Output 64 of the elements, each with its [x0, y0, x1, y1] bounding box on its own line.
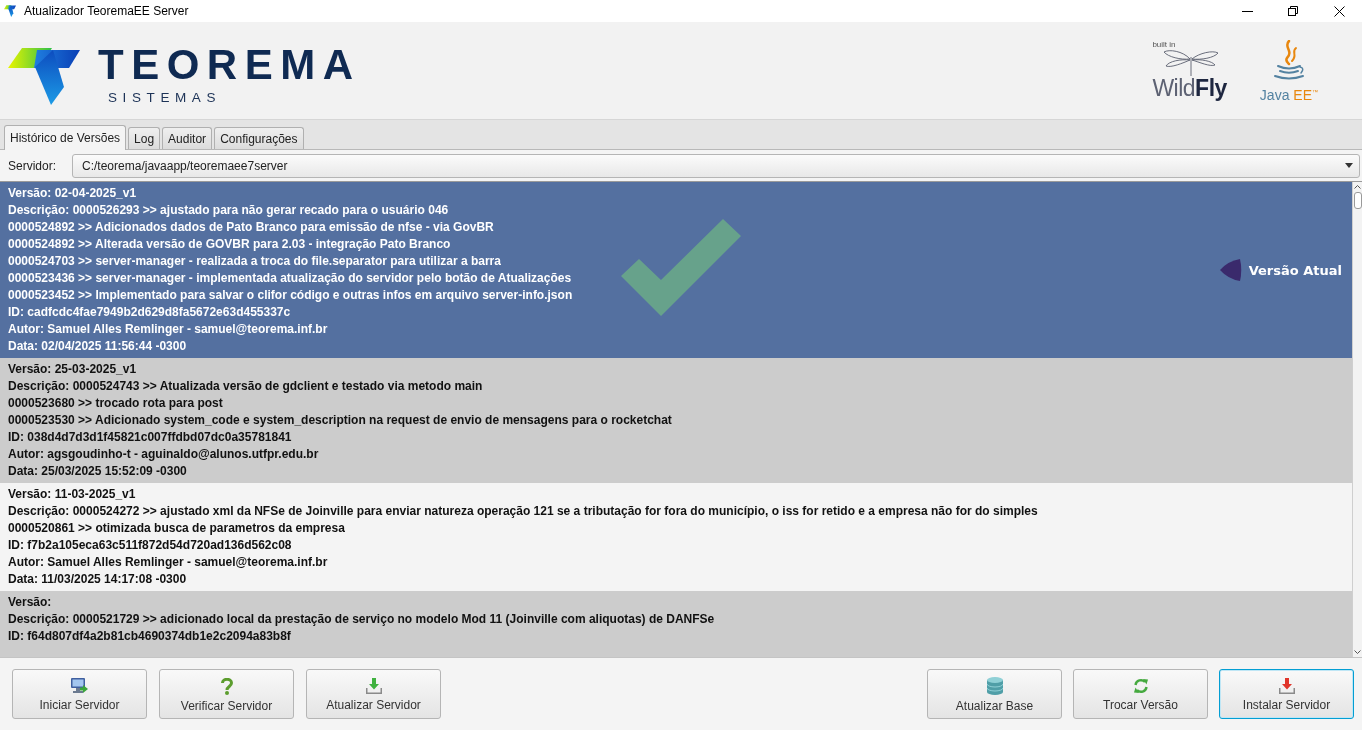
commit-id-text: ID: f7b2a105eca63c511f872d54d720ad136d562c08 [8, 537, 292, 554]
commit-id-text: ID: cadfcdc4fae7949b2d629d8fa5672e63d455337c [8, 304, 291, 321]
change-line: 0000524892 >> Alterada versão de GOVBR para 2.03 - integração Pato Branco [8, 236, 451, 253]
caret-icon[interactable] [1345, 163, 1353, 168]
server-label: Servidor: [8, 158, 57, 173]
tab[interactable]: Auditor [162, 127, 213, 149]
date-text: Data: 25/03/2025 15:52:09 -0300 [8, 463, 187, 480]
action-button[interactable]: Iniciar Servidor [12, 669, 147, 719]
window-title: Atualizador TeoremaEE Server [24, 4, 190, 18]
restore-icon[interactable] [1288, 6, 1298, 16]
change-line: 0000524892 >> Adicionados dados de Pato Branco para emissão de nfse - via GovBR [8, 219, 494, 236]
version-text: Versão: 02-04-2025_v1 [8, 185, 137, 202]
logo-wordmark: WildFly [1152, 77, 1227, 100]
scrollbar-thumb[interactable] [1353, 192, 1362, 209]
change-line: Descrição: 0000521729 >> adicionado local da prestação de serviço no modelo Mod 11 (Joinville com aliquotas) de DANFSe [8, 611, 715, 628]
version-entry[interactable]: Versão: Descrição: 0000521729 >> adicionado local da prestação de serviço no modelo Mod 11 (Joinville com aliquotas) de DANFSe ID: f64d807df4a2b81cb4690374db1e2c2094a83b8f [0, 591, 1352, 657]
change-line: 0000520861 >> otimizada busca de parametros da empresa [8, 520, 345, 537]
logo-wordmark: TEOREMA [98, 44, 361, 86]
action-button[interactable]: Atualizar Servidor [306, 669, 441, 719]
commit-id-text: ID: f64d807df4a2b81cb4690374db1e2c2094a83b8f [8, 628, 291, 645]
question-mark-icon [220, 677, 233, 695]
change-line: Descrição: 0000526293 >> ajustado para não gerar recado para o usuário 046 [8, 202, 449, 219]
change-line: 0000523452 >> Implementado para salvar o clifor código e outras infos em arquivo server-info.json [8, 287, 573, 304]
action-button[interactable]: Trocar Versão [1073, 669, 1208, 719]
logo-tagline: SISTEMAS [108, 91, 222, 105]
change-line: Descrição: 0000524743 >> Atualizada versão de gdclient e testado via metodo main [8, 378, 483, 395]
tab[interactable]: Histórico de Versões [4, 125, 127, 150]
action-button[interactable]: Atualizar Base [927, 669, 1062, 719]
author-text: Autor: agsgoudinho-t - aguinaldo@alunos.utfpr.edu.br [8, 446, 319, 463]
coffee-cup-icon [1272, 40, 1305, 80]
action-button[interactable]: Verificar Servidor [159, 669, 294, 719]
database-icon [986, 677, 1003, 695]
close-icon[interactable] [1333, 5, 1345, 17]
date-text: Data: 02/04/2025 11:56:44 -0300 [8, 338, 187, 355]
author-text: Autor: Samuel Alles Remlinger - samuel@teorema.inf.br [8, 554, 328, 571]
minimize-icon[interactable] [1241, 10, 1253, 12]
commit-id-text: ID: 038d4d7d3d1f45821c007ffdbd07dc0a35781841 [8, 429, 292, 446]
change-line: 0000524703 >> server-manager - realizada a troca do file.separator para utilizar a barra [8, 253, 501, 270]
change-line: 0000523530 >> Adicionado system_code e system_description na request de envio de mensagens para o rocketchat [8, 412, 672, 429]
vertical-scrollbar[interactable] [1352, 182, 1362, 657]
monitor-icon [71, 678, 88, 694]
download-icon [1278, 678, 1295, 694]
download-icon [365, 678, 382, 694]
version-entry[interactable] [0, 358, 1352, 483]
tab[interactable]: Configurações [214, 127, 304, 149]
action-button[interactable]: Instalar Servidor [1219, 669, 1354, 719]
logo-wordmark: Java EE$^{™}$ [1259, 85, 1318, 103]
tab[interactable]: Log [128, 127, 161, 149]
version-text: Versão: 11-03-2025_v1 [8, 486, 136, 503]
author-text: Autor: Samuel Alles Remlinger - samuel@teorema.inf.br [8, 321, 328, 338]
change-line: Descrição: 0000524272 >> ajustado xml da NFSe de Joinville para enviar natureza operação 121 se a tributação for fora do município, o iss for retido e a empresa não for do simples [8, 503, 1038, 520]
current-version-label: Versão Atual [1248, 262, 1342, 278]
app-icon [4, 5, 16, 17]
dragonfly-icon [1163, 49, 1220, 77]
logo-caption: built in [1152, 40, 1176, 49]
refresh-arrows-icon [1132, 678, 1149, 694]
version-text: Versão: 25-03-2025_v1 [8, 361, 137, 378]
logo-mark [8, 47, 80, 105]
date-text: Data: 11/03/2025 14:17:08 -0300 [8, 571, 187, 588]
version-text: Versão: [8, 594, 52, 611]
server-path-dropdown[interactable]: C:/teorema/javaapp/teoremaee7server [72, 153, 1360, 178]
change-line: 0000523436 >> server-manager - implementada atualização do servidor pelo botão de Atualizações [8, 270, 572, 287]
arrowhead-icon [1219, 259, 1242, 281]
change-line: 0000523680 >> trocado rota para post [8, 395, 223, 412]
